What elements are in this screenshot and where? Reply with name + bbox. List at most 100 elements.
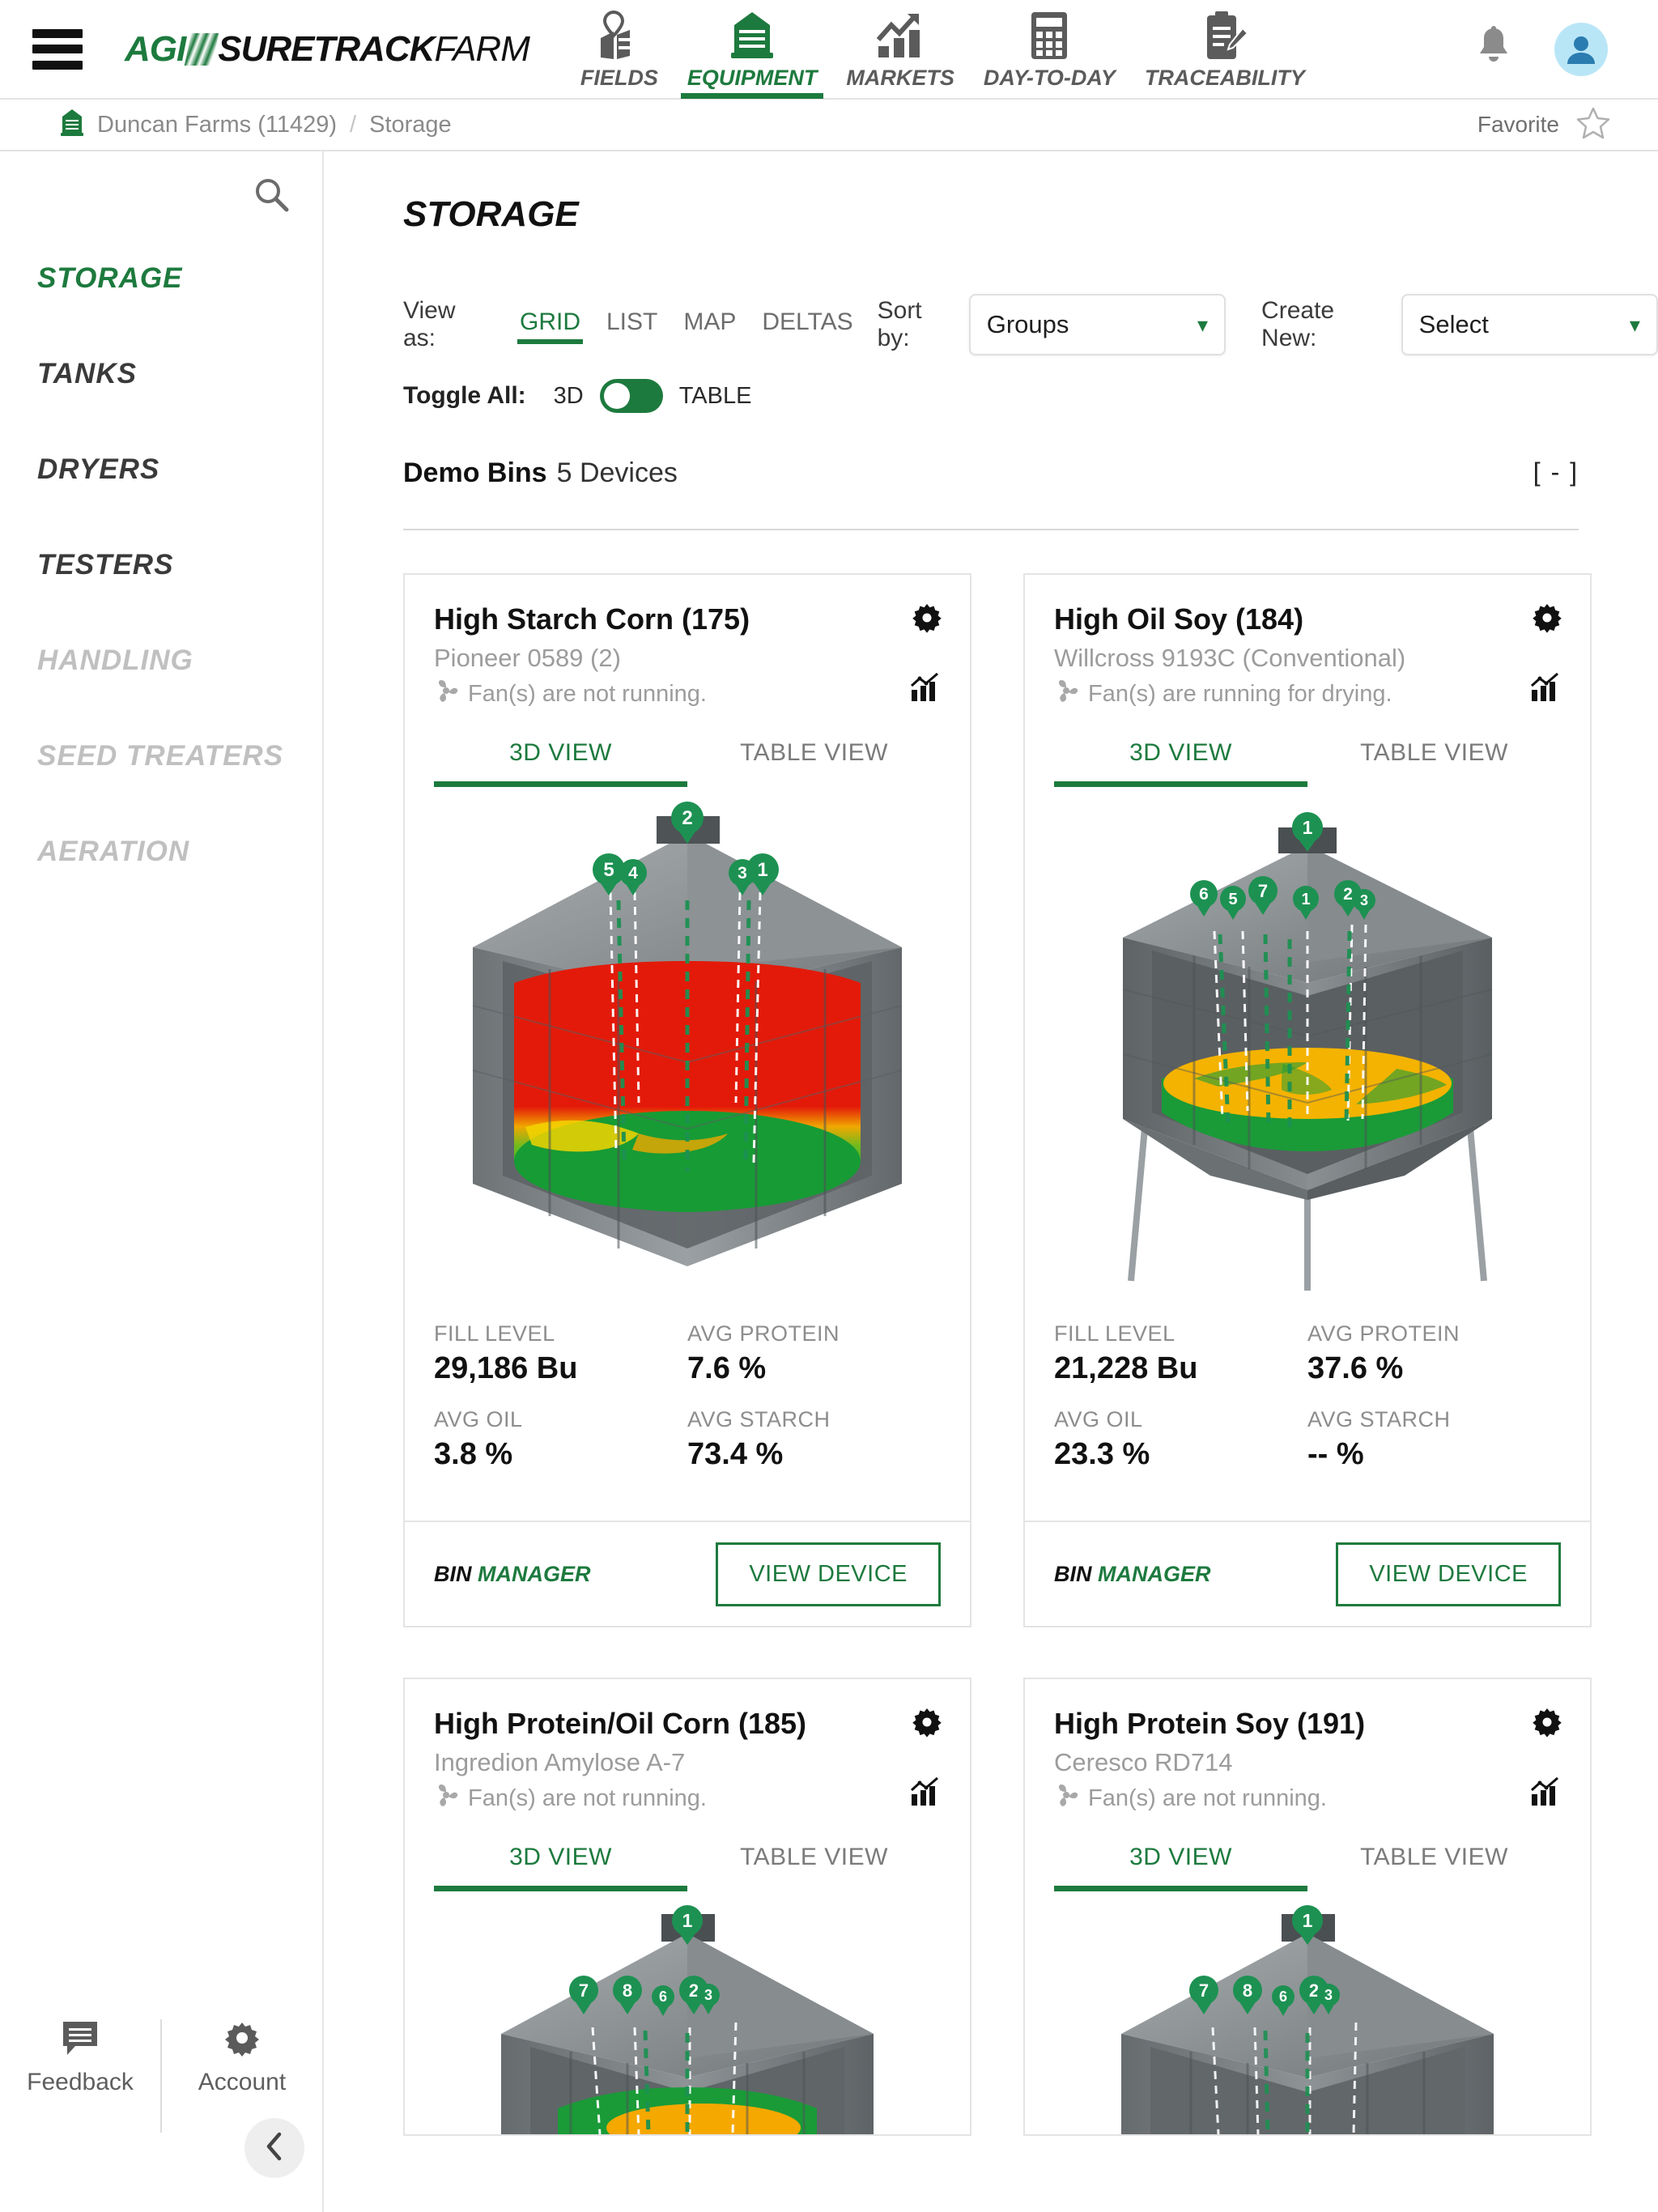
- card-stats: FILL LEVEL 29,186 Bu AVG PROTEIN 7.6 % A…: [405, 1305, 970, 1521]
- fan-status-text: Fan(s) are not running.: [1088, 1784, 1327, 1811]
- sidebar-item-testers[interactable]: TESTERS: [0, 517, 322, 613]
- stat-value-avg-oil: 3.8 %: [434, 1437, 513, 1471]
- card-settings-gear-icon[interactable]: [912, 602, 942, 637]
- card-view-tabs: 3D VIEW TABLE VIEW: [1054, 1844, 1561, 1891]
- stat-label-fill-level: FILL LEVEL: [1054, 1321, 1175, 1346]
- card-footer: BIN MANAGER VIEW DEVICE: [1025, 1521, 1590, 1626]
- sidebar-item-dryers[interactable]: DRYERS: [0, 422, 322, 517]
- sidebar-item-aeration[interactable]: AERATION: [0, 804, 322, 900]
- stat-value-fill-level: 21,228 Bu: [1054, 1351, 1198, 1385]
- svg-text:7: 7: [1258, 881, 1268, 901]
- svg-text:6: 6: [1199, 885, 1209, 904]
- svg-text:1: 1: [1303, 1910, 1313, 1931]
- bin-manager-bold: BIN: [434, 1561, 472, 1586]
- breadcrumb: Duncan Farms (11429) / Storage: [60, 108, 452, 142]
- stat-value-avg-starch: 73.4 %: [687, 1437, 784, 1471]
- tab-table-view[interactable]: TABLE VIEW: [687, 1844, 941, 1891]
- toggle-knob: [603, 383, 630, 409]
- brand-agi-text: AGI: [125, 28, 186, 69]
- page-title: STORAGE: [403, 194, 579, 234]
- card-settings-gear-icon[interactable]: [1532, 1707, 1562, 1742]
- view-device-button[interactable]: VIEW DEVICE: [1336, 1542, 1561, 1606]
- svg-text:4: 4: [628, 864, 638, 883]
- feedback-label: Feedback: [27, 2069, 134, 2095]
- stat-label-avg-protein: AVG PROTEIN: [687, 1321, 840, 1346]
- brand-farm-text: FARM: [434, 28, 529, 69]
- card-chart-icon[interactable]: [910, 672, 941, 707]
- calculator-icon: [1029, 11, 1069, 61]
- bin-3d-visualization[interactable]: 1 7 8 6 2 3: [405, 1891, 970, 2134]
- card-chart-icon[interactable]: [1530, 1776, 1561, 1811]
- card-subtitle: Ceresco RD714: [1054, 1748, 1233, 1776]
- card-subtitle: Willcross 9193C (Conventional): [1054, 644, 1406, 672]
- view-toolbar: View as: GRID LIST MAP DELTAS Sort by: G…: [403, 294, 1658, 355]
- nav-item-day-to-day[interactable]: DAY-TO-DAY: [969, 0, 1130, 99]
- feedback-button[interactable]: Feedback: [0, 2019, 160, 2096]
- view-option-map[interactable]: MAP: [670, 305, 749, 344]
- search-icon[interactable]: [253, 176, 290, 217]
- nav-item-traceability[interactable]: TRACEABILITY: [1130, 0, 1320, 99]
- svg-text:1: 1: [682, 1910, 693, 1931]
- tab-3d-view[interactable]: 3D VIEW: [434, 1844, 687, 1891]
- sidebar-item-seed-treaters[interactable]: SEED TREATERS: [0, 708, 322, 804]
- svg-text:2: 2: [682, 807, 692, 829]
- view-option-list[interactable]: LIST: [593, 305, 670, 344]
- tab-3d-view[interactable]: 3D VIEW: [1054, 1844, 1307, 1891]
- user-avatar-icon[interactable]: [1554, 22, 1608, 76]
- tab-3d-view[interactable]: 3D VIEW: [1054, 739, 1307, 787]
- bin-manager-link[interactable]: BIN MANAGER: [434, 1562, 591, 1587]
- bin-3d-visualization[interactable]: 1 6 5 7 1 2 3: [1025, 787, 1590, 1305]
- nav-item-fields[interactable]: FIELDS: [566, 0, 673, 99]
- stat-avg-oil: AVG OIL 3.8 %: [434, 1407, 687, 1472]
- bin-manager-link[interactable]: BIN MANAGER: [1054, 1562, 1211, 1587]
- svg-text:6: 6: [659, 1989, 667, 2005]
- card-subtitle: Ingredion Amylose A-7: [434, 1748, 686, 1776]
- account-button[interactable]: Account: [162, 2019, 322, 2096]
- group-collapse-toggle[interactable]: [ - ]: [1533, 457, 1579, 487]
- svg-text:7: 7: [579, 1980, 589, 2001]
- card-chart-icon[interactable]: [1530, 672, 1561, 707]
- nav-item-markets[interactable]: MARKETS: [831, 0, 969, 99]
- card-fan-status: Fan(s) are not running.: [434, 1784, 941, 1813]
- tab-table-view[interactable]: TABLE VIEW: [1307, 1844, 1561, 1891]
- view-option-deltas[interactable]: DELTAS: [749, 305, 865, 344]
- chevron-down-icon: ▾: [1629, 312, 1640, 337]
- bin-3d-visualization[interactable]: 1 7 8 6 2 3: [1025, 1891, 1590, 2134]
- top-header: AGI SURETRACK FARM FIELDS EQUIPMENT MARK…: [0, 0, 1658, 100]
- stat-label-avg-starch: AVG STARCH: [1307, 1407, 1451, 1431]
- card-title: High Oil Soy (184): [1054, 602, 1304, 636]
- group-device-count: 5 Devices: [556, 457, 678, 488]
- nav-item-equipment[interactable]: EQUIPMENT: [673, 0, 832, 99]
- notification-bell-icon[interactable]: [1475, 26, 1512, 72]
- view-device-button[interactable]: VIEW DEVICE: [716, 1542, 941, 1606]
- sort-by-select[interactable]: Groups ▾: [968, 294, 1226, 355]
- fan-status-text: Fan(s) are not running.: [468, 680, 707, 707]
- svg-text:1: 1: [1303, 817, 1313, 838]
- brand-logo[interactable]: AGI SURETRACK FARM: [125, 25, 530, 74]
- bin-3d-visualization[interactable]: 2 5 4 3 1: [405, 787, 970, 1305]
- stat-label-avg-protein: AVG PROTEIN: [1307, 1321, 1460, 1346]
- hamburger-menu-icon[interactable]: [32, 28, 83, 70]
- toggle-all-table-label: TABLE: [678, 382, 752, 409]
- card-settings-gear-icon[interactable]: [912, 1707, 942, 1742]
- card-settings-gear-icon[interactable]: [1532, 602, 1562, 637]
- card-chart-icon[interactable]: [910, 1776, 941, 1811]
- breadcrumb-farm[interactable]: Duncan Farms (11429): [97, 112, 337, 138]
- view-option-grid[interactable]: GRID: [507, 305, 593, 344]
- sidebar-item-storage[interactable]: STORAGE: [0, 231, 322, 326]
- sidebar-collapse-button[interactable]: [244, 2118, 304, 2178]
- svg-text:2: 2: [689, 1980, 699, 2001]
- sidebar-item-handling[interactable]: HANDLING: [0, 613, 322, 708]
- create-new-select[interactable]: Select ▾: [1401, 294, 1658, 355]
- main-navigation: FIELDS EQUIPMENT MARKETS DAY-TO-DAY TRAC: [566, 0, 1320, 99]
- tab-table-view[interactable]: TABLE VIEW: [687, 739, 941, 787]
- favorite-button[interactable]: Favorite: [1477, 106, 1611, 144]
- sidebar-footer: Feedback Account: [0, 2001, 322, 2212]
- tab-3d-view[interactable]: 3D VIEW: [434, 739, 687, 787]
- sidebar-label-aeration: AERATION: [37, 836, 190, 867]
- toggle-all-switch[interactable]: [599, 379, 663, 413]
- card-header: High Starch Corn (175) Pioneer 0589 (2) …: [405, 575, 970, 708]
- tab-table-view[interactable]: TABLE VIEW: [1307, 739, 1561, 787]
- sort-by-label: Sort by:: [877, 297, 922, 351]
- sidebar-item-tanks[interactable]: TANKS: [0, 326, 322, 422]
